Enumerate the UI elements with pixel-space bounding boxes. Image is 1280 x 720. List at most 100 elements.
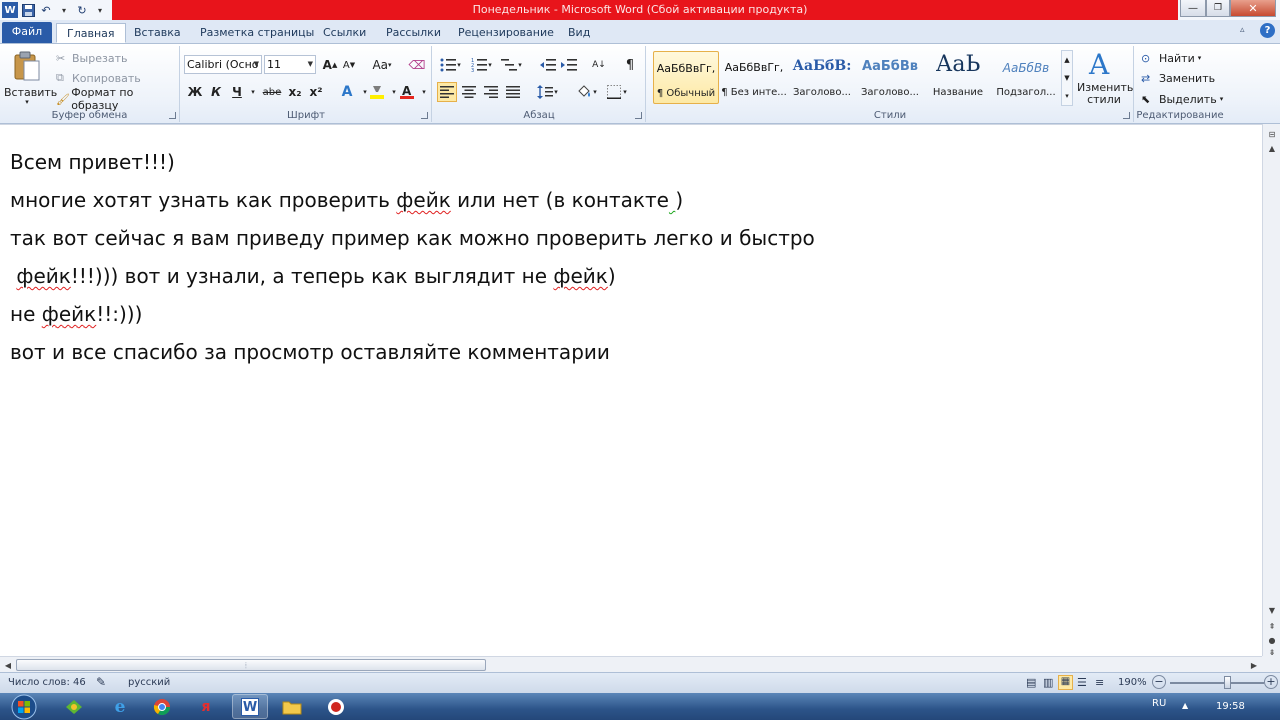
taskbar-chrome[interactable]: [144, 694, 180, 719]
paragraph-launcher-icon[interactable]: [635, 112, 642, 119]
styles-more-icon[interactable]: ▾: [1062, 87, 1072, 105]
clear-formatting-icon[interactable]: ⌫: [407, 55, 427, 75]
tab-review[interactable]: Рецензирование: [448, 23, 564, 43]
zoom-in-icon[interactable]: +: [1264, 675, 1278, 689]
tab-view[interactable]: Вид: [558, 23, 600, 43]
word-count[interactable]: Число слов: 46: [8, 677, 86, 688]
spelling-error[interactable]: фейк: [42, 302, 96, 326]
help-icon[interactable]: ?: [1260, 23, 1275, 38]
draft-view-icon[interactable]: ≡: [1095, 676, 1104, 689]
scroll-down-icon[interactable]: ▼: [1264, 602, 1280, 618]
zoom-out-icon[interactable]: −: [1152, 675, 1166, 689]
scroll-right-icon[interactable]: ▶: [1246, 657, 1262, 673]
styles-gallery-scroll[interactable]: ▲ ▼ ▾: [1061, 50, 1073, 106]
vertical-scrollbar[interactable]: ⊟ ▲ ▼ ⇞ ● ⇟: [1262, 124, 1280, 657]
decrease-indent-icon[interactable]: [538, 55, 558, 75]
font-name-select[interactable]: Calibri (Осно ▼: [184, 55, 262, 74]
replace-button[interactable]: ⇄ Заменить: [1141, 68, 1215, 88]
multilevel-dropdown-icon[interactable]: ▾: [514, 55, 526, 75]
outline-view-icon[interactable]: ☰: [1077, 676, 1087, 689]
font-launcher-icon[interactable]: [421, 112, 428, 119]
taskbar-yandex[interactable]: я: [188, 694, 224, 719]
increase-indent-icon[interactable]: [559, 55, 579, 75]
bold-button[interactable]: Ж: [185, 82, 205, 102]
start-button[interactable]: [8, 693, 40, 720]
italic-button[interactable]: К: [206, 82, 226, 102]
spelling-error[interactable]: фейк: [396, 188, 450, 212]
style-subtitle[interactable]: АаБбВв Подзагол...: [993, 51, 1059, 104]
shrink-font-button[interactable]: A ▼: [339, 55, 359, 75]
line-spacing-dropdown-icon[interactable]: ▾: [550, 82, 562, 102]
subscript-button[interactable]: x₂: [285, 82, 305, 102]
font-size-select[interactable]: 11 ▼: [264, 55, 316, 74]
language-indicator[interactable]: русский: [128, 677, 170, 688]
change-case-button[interactable]: Aa ▾: [369, 55, 395, 75]
styles-scroll-down-icon[interactable]: ▼: [1062, 69, 1072, 87]
taskbar-media-app[interactable]: [56, 694, 92, 719]
web-layout-icon[interactable]: ▦: [1058, 675, 1073, 690]
taskbar-ie[interactable]: e: [102, 694, 138, 719]
scroll-up-icon[interactable]: ▲: [1264, 140, 1280, 156]
full-screen-reading-icon[interactable]: ▥: [1043, 676, 1053, 689]
taskbar-recorder[interactable]: [318, 694, 354, 719]
horizontal-scroll-thumb[interactable]: ⦙: [16, 659, 486, 671]
tab-insert[interactable]: Вставка: [124, 23, 191, 43]
style-no-spacing[interactable]: АаБбВвГг, ¶ Без инте...: [721, 51, 787, 104]
scroll-left-icon[interactable]: ◀: [0, 657, 16, 673]
tray-expand-icon[interactable]: ▲: [1182, 701, 1188, 710]
spelling-error[interactable]: фейк: [553, 264, 607, 288]
strikethrough-button[interactable]: abe: [261, 82, 283, 102]
zoom-level[interactable]: 190%: [1118, 677, 1147, 688]
styles-scroll-up-icon[interactable]: ▲: [1062, 51, 1072, 69]
show-formatting-icon[interactable]: ¶: [620, 55, 640, 75]
clock[interactable]: 19:58: [1216, 701, 1245, 712]
underline-dropdown-icon[interactable]: ▾: [243, 82, 263, 102]
tab-file[interactable]: Файл: [2, 22, 52, 43]
justify-icon[interactable]: [503, 82, 523, 102]
tab-page-layout[interactable]: Разметка страницы: [190, 23, 324, 43]
change-styles-button[interactable]: A Изменить стили: [1077, 48, 1133, 110]
superscript-button[interactable]: x²: [306, 82, 326, 102]
tab-references[interactable]: Ссылки: [313, 23, 376, 43]
align-right-icon[interactable]: [481, 82, 501, 102]
minimize-button[interactable]: —: [1180, 0, 1206, 17]
copy-button[interactable]: ⧉ Копировать: [56, 68, 141, 88]
styles-launcher-icon[interactable]: [1123, 112, 1130, 119]
align-center-icon[interactable]: [459, 82, 479, 102]
sort-icon[interactable]: A↓: [589, 55, 609, 75]
taskbar-explorer[interactable]: [274, 694, 310, 719]
style-title[interactable]: АаЬ Название: [925, 51, 991, 104]
restore-button[interactable]: ❐: [1206, 0, 1230, 17]
tab-mailings[interactable]: Рассылки: [376, 23, 451, 43]
spelling-error[interactable]: фейк: [16, 264, 70, 288]
clipboard-launcher-icon[interactable]: [169, 112, 176, 119]
cut-button[interactable]: ✂ Вырезать: [56, 48, 127, 68]
horizontal-scrollbar[interactable]: ◀ ⦙ ▶: [0, 656, 1262, 672]
bullets-dropdown-icon[interactable]: ▾: [453, 55, 465, 75]
paste-button[interactable]: Вставить ▾: [4, 48, 57, 108]
tab-home[interactable]: Главная: [56, 23, 126, 43]
minimize-ribbon-icon[interactable]: ▵: [1240, 25, 1245, 35]
font-color-dropdown-icon[interactable]: ▾: [414, 82, 434, 102]
zoom-slider-thumb[interactable]: [1224, 676, 1232, 689]
borders-dropdown-icon[interactable]: ▾: [619, 82, 631, 102]
style-normal[interactable]: АаБбВвГг, ¶ Обычный: [653, 51, 719, 104]
style-heading-1[interactable]: АаБбВ: Заголово...: [789, 51, 855, 104]
style-heading-2[interactable]: АаБбВв Заголово...: [857, 51, 923, 104]
shading-dropdown-icon[interactable]: ▾: [589, 82, 601, 102]
zoom-slider[interactable]: [1170, 676, 1264, 689]
input-language[interactable]: RU: [1152, 698, 1166, 709]
proofing-icon[interactable]: ✎: [96, 675, 106, 689]
text-run: !!:))): [96, 302, 143, 326]
taskbar-word[interactable]: W: [232, 694, 268, 719]
find-button[interactable]: ⊙ Найти ▾: [1141, 48, 1201, 68]
align-left-icon[interactable]: [437, 82, 457, 102]
close-button[interactable]: ✕: [1230, 0, 1276, 17]
print-layout-icon[interactable]: ▤: [1026, 676, 1036, 689]
grow-font-button[interactable]: A ▲: [320, 55, 340, 75]
format-painter-button[interactable]: 🖌 Формат по образцу: [56, 86, 179, 112]
numbering-dropdown-icon[interactable]: ▾: [484, 55, 496, 75]
document-page[interactable]: Всем привет!!!) многие хотят узнать как …: [0, 124, 1262, 656]
select-button[interactable]: ⬉ Выделить ▾: [1141, 89, 1223, 109]
text-effects-icon[interactable]: A: [337, 82, 357, 102]
